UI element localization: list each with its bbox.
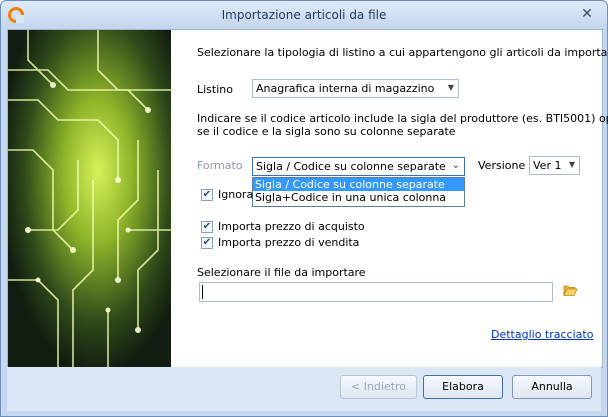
formato-option[interactable]: Sigla+Codice in una unica colonna <box>253 191 464 204</box>
window-title: Importazione articoli da file <box>221 8 387 22</box>
prezzo-acquisto-checkbox[interactable]: ✔ <box>201 221 213 233</box>
prezzo-acquisto-label: Importa prezzo di acquisto <box>218 220 365 233</box>
folder-open-icon[interactable] <box>563 284 578 297</box>
dettaglio-tracciato-link[interactable]: Dettaglio tracciato <box>491 328 593 341</box>
chevron-down-icon: ⌄ <box>451 160 460 171</box>
listino-combo[interactable]: Anagrafica interna di magazzino ▼ <box>252 79 459 98</box>
title-bar: Importazione articoli da file ✕ <box>1 1 607 29</box>
ignora-label: Ignora <box>218 188 254 201</box>
code-info-line1: Indicare se il codice articolo include l… <box>197 112 608 125</box>
intro-text: Selezionare la tipologia di listino a cu… <box>197 46 608 59</box>
formato-label: Formato <box>197 159 243 172</box>
formato-option[interactable]: Sigla / Codice su colonne separate <box>253 178 464 191</box>
form-area: Selezionare la tipologia di listino a cu… <box>171 30 608 367</box>
formato-combo[interactable]: Sigla / Codice su colonne separate ⌄ <box>252 157 465 176</box>
versione-combo[interactable]: Ver 1 ▼ <box>529 156 580 175</box>
chevron-down-icon: ▼ <box>447 83 454 92</box>
dialog-body: Selezionare la tipologia di listino a cu… <box>7 29 608 368</box>
file-label: Selezionare il file da importare <box>197 266 366 279</box>
listino-label: Listino <box>197 83 233 96</box>
dialog-window: Importazione articoli da file ✕ Selezion… <box>0 0 608 417</box>
circuit-board-image <box>8 30 171 367</box>
cancel-button[interactable]: Annulla <box>512 375 592 399</box>
listino-value: Anagrafica interna di magazzino <box>256 82 435 95</box>
versione-value: Ver 1 <box>533 159 562 172</box>
formato-value: Sigla / Codice su colonne separate <box>256 160 446 173</box>
close-icon[interactable]: ✕ <box>575 5 599 23</box>
text-cursor <box>202 285 203 299</box>
file-path-input[interactable] <box>199 282 553 302</box>
prezzo-vendita-checkbox[interactable]: ✔ <box>201 237 213 249</box>
back-button[interactable]: < Indietro <box>340 375 417 399</box>
versione-label: Versione <box>478 159 526 172</box>
process-button[interactable]: Elabora <box>423 375 503 399</box>
formato-dropdown-list: Sigla / Codice su colonne separate Sigla… <box>252 177 465 207</box>
ignora-checkbox[interactable]: ✔ <box>201 189 213 201</box>
prezzo-vendita-label: Importa prezzo di vendita <box>218 236 360 249</box>
chevron-down-icon: ▼ <box>568 160 575 169</box>
code-info-line2: se il codice e la sigla sono su colonne … <box>197 125 456 138</box>
button-bar: < Indietro Elabora Annulla <box>7 367 601 411</box>
